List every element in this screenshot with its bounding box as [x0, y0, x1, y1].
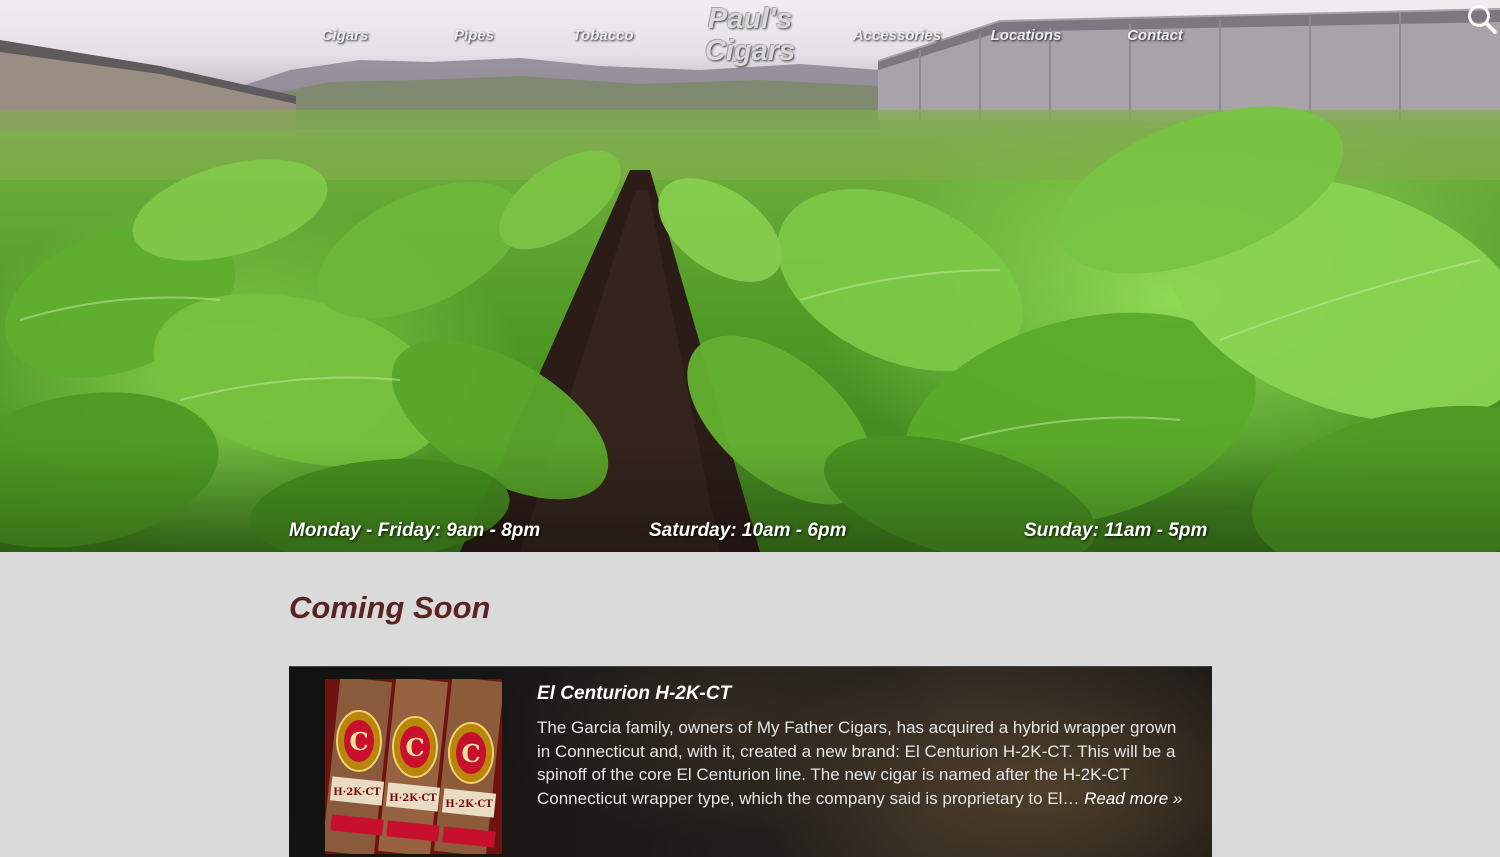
cigars-image: C C C H·2K·CT H·2K·CT H·2K·CT [325, 679, 502, 854]
nav-pipes[interactable]: Pipes [454, 27, 494, 44]
nav-tobacco[interactable]: Tobacco [572, 27, 633, 44]
search-icon [1468, 5, 1497, 34]
nav-contact[interactable]: Contact [1127, 27, 1183, 44]
seal-letter-2: C [405, 733, 424, 762]
band-text-3: H·2K·CT [445, 799, 493, 810]
hours-saturday: Saturday: 10am - 6pm [649, 520, 847, 541]
main-nav: Cigars Pipes Tobacco Paul's Cigars Acces… [0, 0, 1500, 80]
nav-accessories[interactable]: Accessories [853, 27, 941, 44]
search-button[interactable] [1466, 3, 1498, 35]
section-title: Coming Soon [289, 590, 491, 625]
tobacco-field-image [0, 8, 1500, 552]
band-text-1: H·2K·CT [333, 787, 381, 798]
site-logo[interactable]: Paul's Cigars [705, 3, 795, 67]
hours-sunday: Sunday: 11am - 5pm [1024, 520, 1208, 541]
article-excerpt: The Garcia family, owners of My Father C… [537, 716, 1192, 811]
seal-letter-3: C [461, 739, 480, 768]
article-card: C C C H·2K·CT H·2K·CT H·2K·CT El Centuri… [289, 666, 1212, 857]
article-title[interactable]: El Centurion H-2K-CT [537, 683, 731, 705]
logo-line-2: Cigars [704, 35, 796, 67]
hours-weekday: Monday - Friday: 9am - 8pm [289, 520, 541, 541]
nav-cigars[interactable]: Cigars [322, 27, 369, 44]
logo-line-1: Paul's [707, 3, 793, 35]
band-text-2: H·2K·CT [389, 793, 437, 804]
article-image[interactable]: C C C H·2K·CT H·2K·CT H·2K·CT [325, 679, 502, 854]
seal-letter-1: C [349, 727, 368, 756]
article-body: The Garcia family, owners of My Father C… [537, 718, 1177, 809]
read-more-link[interactable]: Read more » [1084, 789, 1182, 808]
nav-locations[interactable]: Locations [991, 27, 1062, 44]
hero-banner [0, 0, 1500, 552]
